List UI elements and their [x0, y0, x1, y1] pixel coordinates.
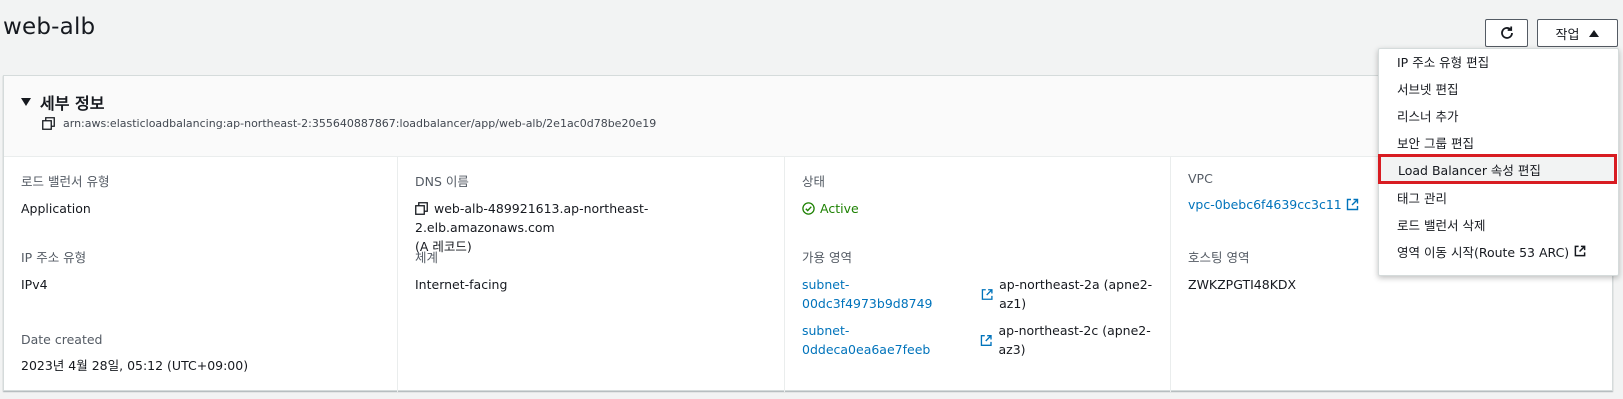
status-badge: Active — [802, 199, 859, 218]
scheme-field: 체계 Internet-facing — [415, 247, 507, 294]
subnet-zone: ap-northeast-2c (apne2-az3) — [998, 323, 1151, 357]
subnet-zone: ap-northeast-2a (apne2-az1) — [999, 277, 1153, 311]
arn-text: arn:aws:elasticloadbalancing:ap-northeas… — [63, 117, 657, 130]
external-link-icon[interactable] — [1346, 198, 1359, 211]
arn-row: arn:aws:elasticloadbalancing:ap-northeas… — [42, 117, 656, 130]
menu-item-edit-lb-attributes[interactable]: Load Balancer 속성 편집 — [1378, 154, 1617, 184]
details-column-1: 로드 밸런서 유형 Application IP 주소 유형 IPv4 Date… — [4, 156, 397, 392]
external-link-icon — [1574, 245, 1586, 257]
menu-item-edit-subnets[interactable]: 서브넷 편집 — [1379, 76, 1618, 100]
vpc-field: VPC vpc-0bebc6f4639cc3c11 — [1188, 171, 1359, 214]
details-header: 세부 정보 arn:aws:elasticloadbalancing:ap-no… — [4, 76, 1612, 157]
lb-type-field: 로드 밸런서 유형 Application — [21, 171, 109, 218]
details-column-2: DNS 이름 web-alb-489921613.ap-northeast-2.… — [397, 156, 784, 392]
lb-type-value: Application — [21, 201, 91, 216]
menu-item-edit-ip-type[interactable]: IP 주소 유형 편집 — [1379, 49, 1618, 73]
menu-item-label: 서브넷 편집 — [1397, 81, 1459, 97]
menu-item-label: 보안 그룹 편집 — [1397, 135, 1474, 151]
dns-label: DNS 이름 — [415, 174, 469, 189]
state-label: 상태 — [802, 174, 826, 189]
ip-type-field: IP 주소 유형 IPv4 — [21, 247, 86, 294]
actions-button[interactable]: 작업 — [1537, 19, 1618, 47]
copy-icon[interactable] — [42, 117, 55, 130]
lb-type-label: 로드 밸런서 유형 — [21, 174, 110, 189]
scheme-label: 체계 — [415, 250, 439, 265]
hosted-zone-value: ZWKZPGTI48KDX — [1188, 277, 1297, 292]
subnet-link[interactable]: subnet-0ddeca0ea6ae7feeb — [802, 321, 970, 359]
date-created-field: Date created 2023년 4월 28일, 05:12 (UTC+09… — [21, 332, 248, 375]
page-title: web-alb — [3, 14, 96, 40]
state-value: Active — [820, 201, 859, 216]
hosted-zone-field: 호스팅 영역 ZWKZPGTI48KDX — [1188, 247, 1296, 294]
details-panel: 세부 정보 arn:aws:elasticloadbalancing:ap-no… — [3, 75, 1613, 392]
menu-item-manage-tags[interactable]: 태그 관리 — [1379, 185, 1618, 209]
refresh-button[interactable] — [1485, 19, 1528, 47]
dns-value: web-alb-489921613.ap-northeast-2.elb.ama… — [415, 201, 649, 235]
actions-dropdown-menu: IP 주소 유형 편집 서브넷 편집 리스너 추가 보안 그룹 편집 Load … — [1378, 48, 1619, 276]
az-label: 가용 영역 — [802, 250, 852, 265]
menu-item-label: Load Balancer 속성 편집 — [1398, 162, 1541, 178]
subnet-link[interactable]: subnet-00dc3f4973b9d8749 — [802, 275, 971, 313]
collapse-toggle-icon[interactable] — [21, 98, 31, 106]
menu-item-edit-security-groups[interactable]: 보안 그룹 편집 — [1379, 130, 1618, 154]
menu-item-label: 영역 이동 시작(Route 53 ARC) — [1397, 244, 1570, 260]
external-link-icon[interactable] — [981, 288, 993, 301]
vpc-link[interactable]: vpc-0bebc6f4639cc3c11 — [1188, 197, 1342, 212]
vpc-label: VPC — [1188, 171, 1213, 186]
actions-button-label: 작업 — [1555, 27, 1580, 43]
copy-icon[interactable] — [415, 202, 428, 215]
state-field: 상태 Active — [802, 171, 859, 220]
date-created-label: Date created — [21, 332, 103, 347]
menu-item-label: 로드 밸런서 삭제 — [1397, 217, 1486, 233]
menu-item-delete-lb[interactable]: 로드 밸런서 삭제 — [1379, 212, 1618, 236]
external-link-icon[interactable] — [980, 334, 992, 347]
caret-up-icon — [1589, 29, 1600, 37]
ip-type-value: IPv4 — [21, 277, 48, 292]
check-circle-icon — [802, 202, 815, 215]
details-column-3: 상태 Active 가용 영역 subnet-00dc3f4973b9d8749 — [784, 156, 1170, 392]
az-field: 가용 영역 subnet-00dc3f4973b9d8749 ap-northe… — [802, 247, 1170, 359]
scheme-value: Internet-facing — [415, 277, 508, 292]
section-title: 세부 정보 — [40, 94, 105, 113]
menu-item-label: 리스너 추가 — [1397, 108, 1459, 124]
menu-item-label: 태그 관리 — [1397, 190, 1447, 206]
menu-item-start-zonal-shift[interactable]: 영역 이동 시작(Route 53 ARC) — [1379, 239, 1618, 263]
refresh-icon — [1500, 26, 1513, 39]
subnet-row: subnet-0ddeca0ea6ae7feeb ap-northeast-2c… — [802, 321, 1170, 359]
dns-field: DNS 이름 web-alb-489921613.ap-northeast-2.… — [415, 171, 784, 256]
subnet-row: subnet-00dc3f4973b9d8749 ap-northeast-2a… — [802, 275, 1170, 313]
date-created-value: 2023년 4월 28일, 05:12 (UTC+09:00) — [21, 358, 249, 373]
menu-item-label: IP 주소 유형 편집 — [1397, 54, 1490, 70]
ip-type-label: IP 주소 유형 — [21, 250, 87, 265]
hosted-zone-label: 호스팅 영역 — [1188, 250, 1250, 265]
menu-item-add-listener[interactable]: 리스너 추가 — [1379, 103, 1618, 127]
